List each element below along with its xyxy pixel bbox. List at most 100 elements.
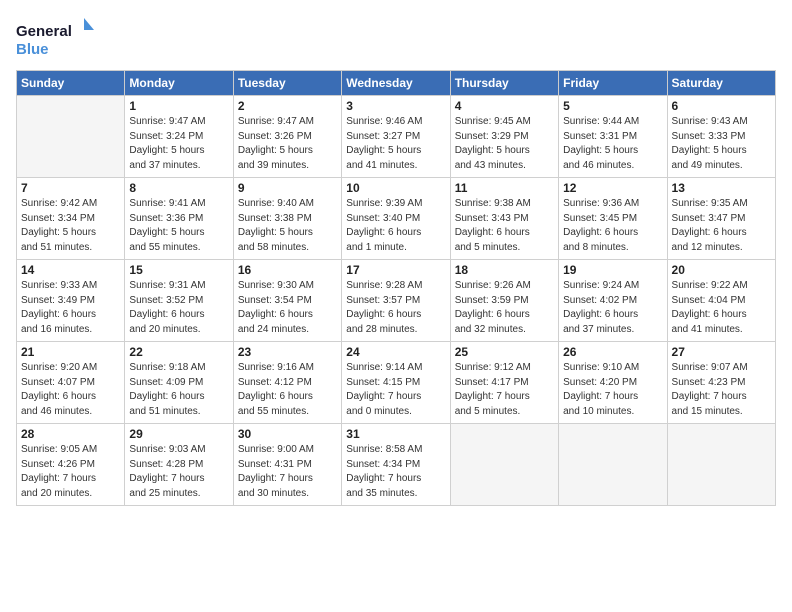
day-number: 28 bbox=[21, 427, 120, 441]
day-info: Sunrise: 9:30 AM Sunset: 3:54 PM Dayligh… bbox=[238, 279, 337, 337]
calendar-cell bbox=[667, 424, 775, 506]
day-number: 10 bbox=[346, 181, 445, 195]
day-number: 30 bbox=[238, 427, 337, 441]
calendar-cell: 8Sunrise: 9:41 AM Sunset: 3:36 PM Daylig… bbox=[125, 178, 233, 260]
calendar-cell: 26 Sunrise: 9:10 AM Sunset: 4:20 PM Dayli… bbox=[559, 342, 667, 424]
day-info: Sunrise: 9:31 AM Sunset: 3:52 PM Dayligh… bbox=[129, 279, 228, 337]
calendar-cell: 4Sunrise: 9:45 AM Sunset: 3:29 PM Daylig… bbox=[450, 96, 558, 178]
day-info: Sunrise: 9:22 AM Sunset: 4:04 PM Dayligh… bbox=[672, 279, 771, 337]
logo-svg: General Blue bbox=[16, 16, 96, 60]
calendar-week-3: 14 Sunrise: 9:33 AM Sunset: 3:49 PM Dayli… bbox=[17, 260, 776, 342]
day-number: 19 bbox=[563, 263, 662, 277]
day-info: Sunrise: 9:24 AM Sunset: 4:02 PM Dayligh… bbox=[563, 279, 662, 337]
day-info: Sunrise: 9:26 AM Sunset: 3:59 PM Dayligh… bbox=[455, 279, 554, 337]
day-info: Sunrise: 9:47 AM Sunset: 3:24 PM Dayligh… bbox=[129, 115, 228, 173]
day-number: 11 bbox=[455, 181, 554, 195]
day-number: 5 bbox=[563, 99, 662, 113]
day-header-sunday: Sunday bbox=[17, 71, 125, 96]
calendar-cell: 30Sunrise: 9:00 AM Sunset: 4:31 PM Dayli… bbox=[233, 424, 341, 506]
day-number: 7 bbox=[21, 181, 120, 195]
day-number: 18 bbox=[455, 263, 554, 277]
calendar-cell: 3 Sunrise: 9:46 AM Sunset: 3:27 PM Daylig… bbox=[342, 96, 450, 178]
day-info: Sunrise: 9:35 AM Sunset: 3:47 PM Dayligh… bbox=[672, 197, 771, 255]
day-number: 14 bbox=[21, 263, 120, 277]
calendar-cell: 25 Sunrise: 9:12 AM Sunset: 4:17 PM Dayli… bbox=[450, 342, 558, 424]
calendar-cell: 29 Sunrise: 9:03 AM Sunset: 4:28 PM Dayli… bbox=[125, 424, 233, 506]
day-info: Sunrise: 9:28 AM Sunset: 3:57 PM Dayligh… bbox=[346, 279, 445, 337]
calendar-cell: 22Sunrise: 9:18 AM Sunset: 4:09 PM Dayli… bbox=[125, 342, 233, 424]
day-number: 31 bbox=[346, 427, 445, 441]
calendar-cell: 27Sunrise: 9:07 AM Sunset: 4:23 PM Dayli… bbox=[667, 342, 775, 424]
calendar-header-row: SundayMondayTuesdayWednesdayThursdayFrid… bbox=[17, 71, 776, 96]
day-number: 13 bbox=[672, 181, 771, 195]
calendar-week-4: 21 Sunrise: 9:20 AM Sunset: 4:07 PM Dayli… bbox=[17, 342, 776, 424]
calendar-cell bbox=[450, 424, 558, 506]
day-number: 29 bbox=[129, 427, 228, 441]
day-info: Sunrise: 9:47 AM Sunset: 3:26 PM Dayligh… bbox=[238, 115, 337, 173]
day-info: Sunrise: 9:03 AM Sunset: 4:28 PM Dayligh… bbox=[129, 443, 228, 501]
calendar-cell: 11 Sunrise: 9:38 AM Sunset: 3:43 PM Dayli… bbox=[450, 178, 558, 260]
day-info: Sunrise: 9:39 AM Sunset: 3:40 PM Dayligh… bbox=[346, 197, 445, 255]
day-number: 17 bbox=[346, 263, 445, 277]
day-info: Sunrise: 9:14 AM Sunset: 4:15 PM Dayligh… bbox=[346, 361, 445, 419]
day-info: Sunrise: 9:10 AM Sunset: 4:20 PM Dayligh… bbox=[563, 361, 662, 419]
day-number: 2 bbox=[238, 99, 337, 113]
calendar-cell: 31 Sunrise: 8:58 AM Sunset: 4:34 PM Dayli… bbox=[342, 424, 450, 506]
calendar-cell: 24 Sunrise: 9:14 AM Sunset: 4:15 PM Dayli… bbox=[342, 342, 450, 424]
calendar-cell: 12 Sunrise: 9:36 AM Sunset: 3:45 PM Dayli… bbox=[559, 178, 667, 260]
day-info: Sunrise: 9:12 AM Sunset: 4:17 PM Dayligh… bbox=[455, 361, 554, 419]
calendar-cell: 21 Sunrise: 9:20 AM Sunset: 4:07 PM Dayli… bbox=[17, 342, 125, 424]
calendar-week-1: 1 Sunrise: 9:47 AM Sunset: 3:24 PM Daylig… bbox=[17, 96, 776, 178]
calendar-cell: 19 Sunrise: 9:24 AM Sunset: 4:02 PM Dayli… bbox=[559, 260, 667, 342]
day-header-friday: Friday bbox=[559, 71, 667, 96]
calendar-cell: 5Sunrise: 9:44 AM Sunset: 3:31 PM Daylig… bbox=[559, 96, 667, 178]
svg-text:General: General bbox=[16, 23, 72, 40]
calendar-cell: 17 Sunrise: 9:28 AM Sunset: 3:57 PM Dayli… bbox=[342, 260, 450, 342]
day-number: 24 bbox=[346, 345, 445, 359]
day-info: Sunrise: 9:43 AM Sunset: 3:33 PM Dayligh… bbox=[672, 115, 771, 173]
day-number: 1 bbox=[129, 99, 228, 113]
day-header-wednesday: Wednesday bbox=[342, 71, 450, 96]
calendar-cell: 20 Sunrise: 9:22 AM Sunset: 4:04 PM Dayli… bbox=[667, 260, 775, 342]
calendar-cell: 23 Sunrise: 9:16 AM Sunset: 4:12 PM Dayli… bbox=[233, 342, 341, 424]
day-number: 23 bbox=[238, 345, 337, 359]
page-header: General Blue bbox=[16, 16, 776, 60]
day-number: 21 bbox=[21, 345, 120, 359]
calendar-cell: 16Sunrise: 9:30 AM Sunset: 3:54 PM Dayli… bbox=[233, 260, 341, 342]
calendar-cell: 6Sunrise: 9:43 AM Sunset: 3:33 PM Daylig… bbox=[667, 96, 775, 178]
day-info: Sunrise: 9:20 AM Sunset: 4:07 PM Dayligh… bbox=[21, 361, 120, 419]
day-number: 15 bbox=[129, 263, 228, 277]
day-number: 8 bbox=[129, 181, 228, 195]
calendar-cell: 9 Sunrise: 9:40 AM Sunset: 3:38 PM Daylig… bbox=[233, 178, 341, 260]
day-info: Sunrise: 9:16 AM Sunset: 4:12 PM Dayligh… bbox=[238, 361, 337, 419]
day-info: Sunrise: 9:36 AM Sunset: 3:45 PM Dayligh… bbox=[563, 197, 662, 255]
day-header-thursday: Thursday bbox=[450, 71, 558, 96]
day-number: 3 bbox=[346, 99, 445, 113]
day-number: 26 bbox=[563, 345, 662, 359]
day-number: 4 bbox=[455, 99, 554, 113]
calendar-cell: 10 Sunrise: 9:39 AM Sunset: 3:40 PM Dayli… bbox=[342, 178, 450, 260]
day-info: Sunrise: 9:38 AM Sunset: 3:43 PM Dayligh… bbox=[455, 197, 554, 255]
day-number: 12 bbox=[563, 181, 662, 195]
day-info: Sunrise: 9:40 AM Sunset: 3:38 PM Dayligh… bbox=[238, 197, 337, 255]
calendar-cell bbox=[559, 424, 667, 506]
calendar-cell: 1 Sunrise: 9:47 AM Sunset: 3:24 PM Daylig… bbox=[125, 96, 233, 178]
calendar-body: 1 Sunrise: 9:47 AM Sunset: 3:24 PM Daylig… bbox=[17, 96, 776, 506]
calendar-cell: 14 Sunrise: 9:33 AM Sunset: 3:49 PM Dayli… bbox=[17, 260, 125, 342]
day-info: Sunrise: 9:46 AM Sunset: 3:27 PM Dayligh… bbox=[346, 115, 445, 173]
calendar-cell: 18 Sunrise: 9:26 AM Sunset: 3:59 PM Dayli… bbox=[450, 260, 558, 342]
day-info: Sunrise: 9:33 AM Sunset: 3:49 PM Dayligh… bbox=[21, 279, 120, 337]
day-info: Sunrise: 9:07 AM Sunset: 4:23 PM Dayligh… bbox=[672, 361, 771, 419]
calendar-cell: 28 Sunrise: 9:05 AM Sunset: 4:26 PM Dayli… bbox=[17, 424, 125, 506]
day-header-monday: Monday bbox=[125, 71, 233, 96]
day-info: Sunrise: 9:05 AM Sunset: 4:26 PM Dayligh… bbox=[21, 443, 120, 501]
day-info: Sunrise: 9:42 AM Sunset: 3:34 PM Dayligh… bbox=[21, 197, 120, 255]
day-number: 20 bbox=[672, 263, 771, 277]
day-info: Sunrise: 8:58 AM Sunset: 4:34 PM Dayligh… bbox=[346, 443, 445, 501]
calendar-cell: 2 Sunrise: 9:47 AM Sunset: 3:26 PM Daylig… bbox=[233, 96, 341, 178]
day-number: 25 bbox=[455, 345, 554, 359]
calendar-cell: 15 Sunrise: 9:31 AM Sunset: 3:52 PM Dayli… bbox=[125, 260, 233, 342]
logo: General Blue bbox=[16, 16, 96, 60]
calendar-table: SundayMondayTuesdayWednesdayThursdayFrid… bbox=[16, 70, 776, 506]
day-number: 9 bbox=[238, 181, 337, 195]
